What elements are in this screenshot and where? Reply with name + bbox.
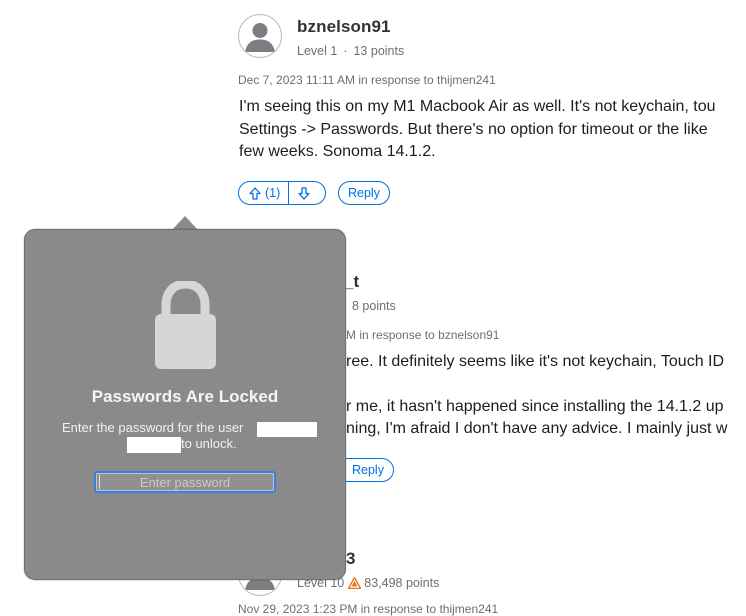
- password-input[interactable]: [96, 473, 274, 491]
- reply-button[interactable]: Reply: [338, 181, 390, 205]
- username[interactable]: bznelson91: [297, 17, 391, 37]
- user-icon: [245, 23, 275, 52]
- redacted-username: [127, 437, 181, 453]
- popover-message-part2: to unlock.: [181, 436, 237, 451]
- post-body-line: few weeks. Sonoma 14.1.2.: [239, 143, 436, 160]
- post-body: I'm seeing this on my M1 Macbook Air as …: [239, 96, 716, 164]
- level-badge-icon: [348, 577, 362, 589]
- post-date[interactable]: M: [346, 328, 356, 342]
- thumb-up-icon: [249, 186, 261, 200]
- redacted-username: [257, 422, 317, 437]
- username[interactable]: 3: [346, 549, 356, 569]
- popover-arrow: [172, 216, 198, 230]
- username[interactable]: _t: [344, 272, 359, 292]
- text-caret: [99, 475, 100, 489]
- avatar[interactable]: [238, 14, 282, 58]
- popover-title: Passwords Are Locked: [91, 387, 279, 406]
- post-date[interactable]: Dec 7, 2023 11:11 AM: [238, 73, 355, 87]
- thumb-down-icon: [298, 186, 310, 200]
- post-dateline: Dec 7, 2023 11:11 AM in response to thij…: [238, 73, 496, 87]
- user-points: 8 points: [352, 299, 396, 313]
- downvote-button[interactable]: [289, 182, 319, 204]
- post-body-line: ning, I'm afraid I don't have any advice…: [346, 420, 728, 437]
- post-body-line: I'm seeing this on my M1 Macbook Air as …: [239, 98, 716, 115]
- popover-message-part1: Enter the password for the user: [62, 420, 244, 435]
- post-dateline: M in response to bznelson91: [346, 328, 499, 342]
- password-field[interactable]: [94, 471, 276, 493]
- in-response-user[interactable]: thijmen241: [437, 73, 496, 87]
- upvote-button[interactable]: (1): [239, 182, 288, 204]
- user-meta: Level 1 · 13 points: [297, 44, 405, 58]
- post-body-line: ree. It definitely seems like it's not k…: [346, 353, 725, 370]
- post-dateline[interactable]: Nov 29, 2023 1:23 PM in response to thij…: [238, 602, 498, 616]
- post-body-line: Settings -> Passwords. But there's no op…: [239, 120, 708, 138]
- in-response-label: in response to: [358, 73, 434, 87]
- post-body-line: r me, it hasn't happened since installin…: [346, 398, 724, 415]
- user-points: 13 points: [353, 44, 405, 58]
- user-points: 83,498 points: [364, 576, 440, 590]
- reply-button[interactable]: Reply: [340, 458, 394, 482]
- in-response-user[interactable]: bznelson91: [438, 328, 499, 342]
- lock-icon: [155, 281, 216, 369]
- in-response-label: in response to: [359, 328, 435, 342]
- vote-group: (1): [238, 181, 326, 205]
- vote-count: (1): [265, 186, 281, 200]
- user-level[interactable]: Level 1: [297, 44, 337, 58]
